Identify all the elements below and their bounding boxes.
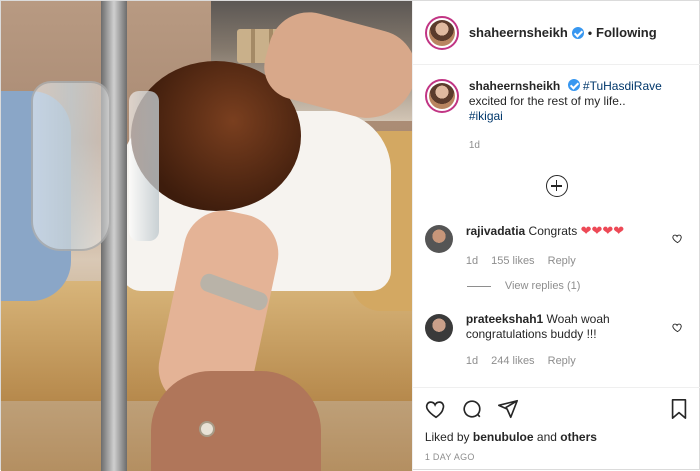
- caption-body: shaheernsheikh #TuHasdiRave excited for …: [469, 79, 662, 153]
- comment-meta: 1d 244 likes Reply: [466, 354, 661, 369]
- liked-by-conjunction: and: [536, 430, 557, 444]
- comment-item: rajivadatia Congrats ❤❤❤❤ 1d 155 likes R…: [424, 223, 695, 269]
- caption-text: excited for the rest of my life..: [468, 94, 626, 108]
- caption-hashtag-ikigai[interactable]: #ikigai: [469, 109, 503, 123]
- heart-icon[interactable]: [425, 398, 447, 420]
- liked-by-prefix: Liked by: [424, 430, 470, 444]
- post-sidebar: shaheernsheikh • Following shaheernsheik…: [411, 1, 700, 471]
- comment-time[interactable]: 1d: [466, 355, 478, 367]
- caption: shaheernsheikh #TuHasdiRave excited for …: [424, 79, 695, 153]
- liked-by: Liked by benubuloe and others: [425, 430, 689, 444]
- liked-by-others[interactable]: others: [560, 430, 597, 444]
- bookmark-icon[interactable]: [669, 398, 689, 420]
- header-separator: •: [587, 25, 593, 40]
- photo-ring: [199, 421, 215, 437]
- action-icons: [425, 398, 689, 420]
- photo-bottle: [31, 81, 111, 251]
- paper-plane-icon[interactable]: [497, 398, 519, 420]
- comment-time[interactable]: 1d: [466, 255, 478, 267]
- author-username[interactable]: shaheernsheikh: [469, 25, 568, 40]
- comment-avatar[interactable]: [424, 314, 453, 342]
- comment-bubble-icon[interactable]: [461, 398, 483, 420]
- photo-holding-hand: [151, 371, 321, 471]
- view-replies-button[interactable]: View replies (1): [466, 280, 581, 292]
- verified-badge-icon: [571, 26, 584, 39]
- comment-username[interactable]: rajivadatia: [466, 224, 525, 238]
- author-avatar[interactable]: [424, 15, 459, 50]
- view-replies-label: View replies (1): [504, 280, 581, 292]
- comment-emoji: ❤❤❤❤: [580, 223, 625, 238]
- comment-reply-button[interactable]: Reply: [548, 255, 576, 267]
- action-bar: Liked by benubuloe and others 1 DAY AGO: [412, 387, 700, 462]
- comment-text: Congrats: [528, 224, 578, 238]
- comment-item: prateekshah1 Woah woah congratulations b…: [424, 312, 695, 369]
- photo-bottle-small: [129, 91, 159, 241]
- caption-hashtag-link[interactable]: #TuHasdiRave: [583, 79, 662, 93]
- comment-body: rajivadatia Congrats ❤❤❤❤ 1d 155 likes R…: [466, 223, 661, 269]
- liked-by-user[interactable]: benubuloe: [473, 430, 534, 444]
- comment-meta: 1d 155 likes Reply: [466, 254, 661, 269]
- caption-avatar[interactable]: [424, 79, 459, 113]
- post-date[interactable]: 1 DAY AGO: [425, 452, 689, 462]
- post-photo[interactable]: [1, 1, 412, 471]
- add-comment-plus-icon[interactable]: [545, 175, 568, 197]
- verified-badge-icon: [567, 79, 580, 91]
- instagram-post: shaheernsheikh • Following shaheernsheik…: [0, 0, 700, 471]
- comment-username[interactable]: prateekshah1: [466, 312, 543, 326]
- comment-likes[interactable]: 155 likes: [491, 255, 534, 267]
- caption-username[interactable]: shaheernsheikh: [469, 79, 560, 93]
- comment-body: prateekshah1 Woah woah congratulations b…: [466, 312, 661, 369]
- caption-time[interactable]: 1d: [469, 138, 662, 153]
- comment-heart-icon[interactable]: [672, 322, 683, 333]
- post-header: shaheernsheikh • Following: [412, 1, 700, 65]
- comment-heart-icon[interactable]: [672, 233, 683, 244]
- following-button[interactable]: Following: [596, 25, 657, 40]
- comment-avatar[interactable]: [424, 225, 453, 253]
- comment-reply-button[interactable]: Reply: [548, 355, 576, 367]
- comment-likes[interactable]: 244 likes: [491, 355, 534, 367]
